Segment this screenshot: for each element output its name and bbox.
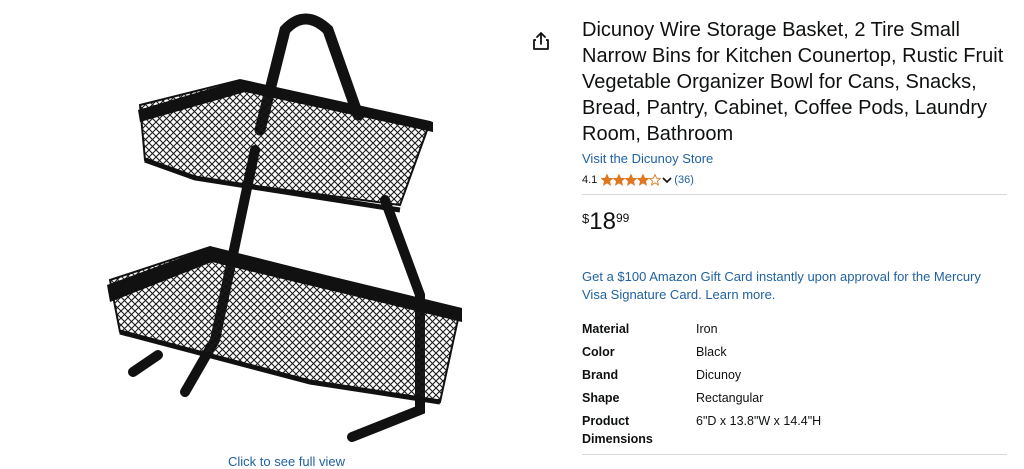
star-icon bbox=[637, 174, 650, 186]
share-icon[interactable] bbox=[530, 30, 552, 52]
store-link[interactable]: Visit the Dicunoy Store bbox=[582, 151, 1007, 166]
price-symbol: $ bbox=[582, 211, 590, 226]
price: $ 18 99 bbox=[582, 208, 1007, 240]
credit-card-offer-link[interactable]: Get a $100 Amazon Gift Card instantly up… bbox=[582, 268, 1007, 304]
divider bbox=[582, 454, 1007, 455]
spec-value: Rectangular bbox=[696, 391, 764, 405]
product-image[interactable] bbox=[100, 10, 480, 450]
spec-key: Color bbox=[582, 345, 615, 359]
star-rating[interactable] bbox=[601, 174, 662, 186]
spec-value: Iron bbox=[696, 322, 718, 336]
chevron-down-icon[interactable] bbox=[662, 176, 672, 184]
spec-key: Shape bbox=[582, 391, 620, 405]
spec-key: Brand bbox=[582, 368, 619, 382]
rating-row: 4.1 (36) bbox=[582, 172, 1007, 188]
star-icon bbox=[601, 174, 614, 186]
spec-row: Brand Dicunoy bbox=[582, 366, 821, 389]
specs-table: Material Iron Color Black Brand Dicunoy … bbox=[582, 320, 821, 448]
spec-key: Product Dimensions bbox=[582, 414, 653, 446]
click-to-see-full-view-link[interactable]: Click to see full view bbox=[228, 454, 345, 469]
spec-value: Black bbox=[696, 345, 727, 359]
product-info: Dicunoy Wire Storage Basket, 2 Tire Smal… bbox=[582, 17, 1007, 455]
price-fraction: 99 bbox=[615, 211, 630, 225]
spec-value: 6"D x 13.8"W x 14.4"H bbox=[696, 414, 822, 428]
product-title: Dicunoy Wire Storage Basket, 2 Tire Smal… bbox=[582, 19, 1004, 145]
spec-row: Shape Rectangular bbox=[582, 389, 821, 412]
spec-row: Product Dimensions 6"D x 13.8"W x 14.4"H bbox=[582, 412, 821, 448]
spec-key: Material bbox=[582, 322, 630, 336]
star-icon bbox=[625, 174, 638, 186]
price-whole: 18 bbox=[589, 208, 616, 235]
image-pane: Click to see full view bbox=[0, 0, 560, 469]
star-icon bbox=[649, 174, 662, 186]
star-icon bbox=[613, 174, 626, 186]
spec-row: Color Black bbox=[582, 343, 821, 366]
divider bbox=[582, 194, 1007, 195]
rating-value: 4.1 bbox=[582, 174, 598, 186]
spec-value: Dicunoy bbox=[696, 368, 742, 382]
spec-row: Material Iron bbox=[582, 320, 821, 343]
review-count-link[interactable]: (36) bbox=[674, 174, 694, 186]
